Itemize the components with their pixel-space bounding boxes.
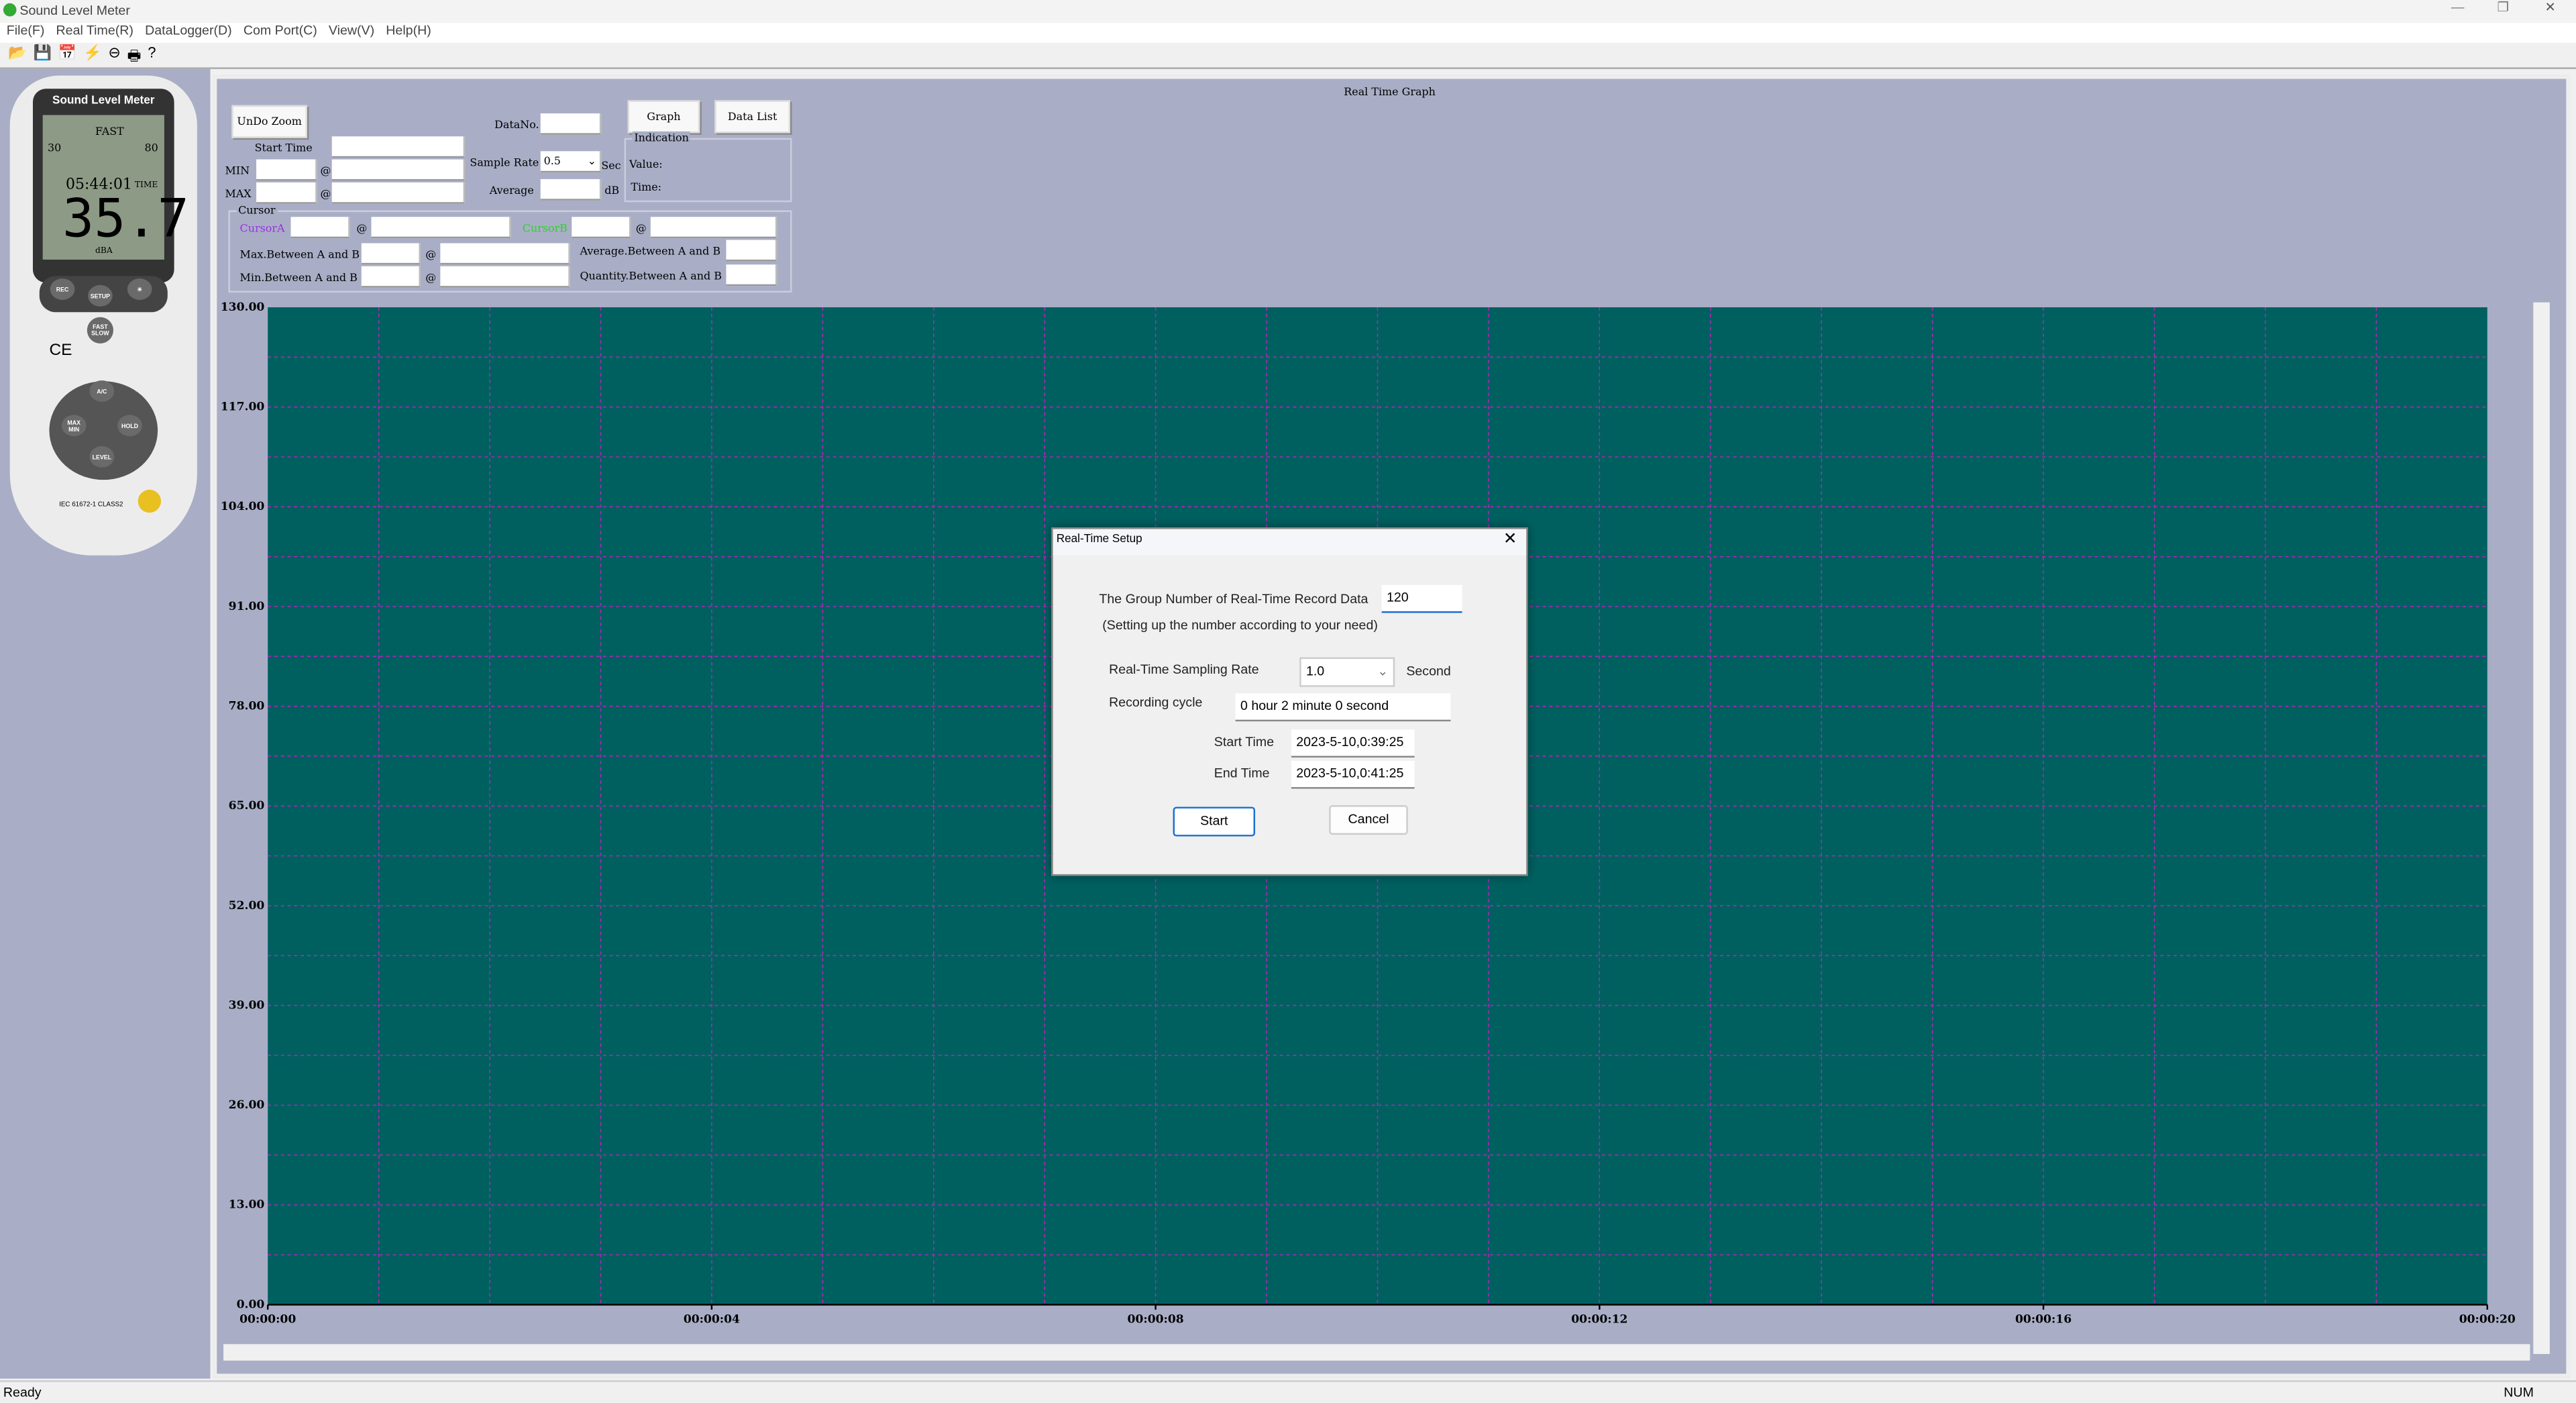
x-tick-label: 00:00:12 <box>1571 1312 1627 1326</box>
y-tick-label: 13.00 <box>229 1198 265 1212</box>
x-tick-label: 00:00:04 <box>684 1312 740 1326</box>
recording-cycle-label: Recording cycle <box>1109 694 1203 710</box>
y-tick-label: 0.00 <box>237 1298 265 1311</box>
app-window: Sound Level Meter — ❐ ✕ File(F) Real Time… <box>0 0 2576 1403</box>
start-time-label: Start Time <box>1214 734 1275 749</box>
x-tick-label: 00:00:00 <box>239 1312 296 1326</box>
sampling-rate-value: 1.0 <box>1305 664 1325 679</box>
group-number-input[interactable]: 120 <box>1381 584 1462 613</box>
y-tick-label: 26.00 <box>229 1098 265 1112</box>
dialog-title-bar: Real-Time Setup ✕ <box>1053 529 1527 556</box>
y-tick-label: 78.00 <box>229 699 265 713</box>
sampling-rate-select[interactable]: 1.0 ⌄ <box>1299 657 1395 687</box>
end-time-label: End Time <box>1214 766 1270 781</box>
y-tick-label: 104.00 <box>221 500 265 513</box>
num-lock-indicator: NUM <box>2504 1385 2534 1400</box>
group-number-label: The Group Number of Real-Time Record Dat… <box>1099 591 1368 607</box>
chevron-down-icon: ⌄ <box>1377 664 1389 679</box>
y-tick-label: 39.00 <box>229 998 265 1012</box>
group-number-hint: (Setting up the number according to your… <box>1102 617 1378 633</box>
x-tick-label: 00:00:16 <box>2015 1312 2072 1326</box>
status-text: Ready <box>3 1385 42 1400</box>
status-bar: Ready NUM <box>0 1380 2576 1403</box>
y-tick-label: 65.00 <box>229 799 265 813</box>
recording-cycle-field: 0 hour 2 minute 0 second <box>1235 693 1451 722</box>
dialog-title: Real-Time Setup <box>1056 533 1142 546</box>
sampling-rate-label: Real-Time Sampling Rate <box>1109 662 1259 677</box>
start-time-field: 2023-5-10,0:39:25 <box>1291 729 1415 758</box>
x-tick-label: 00:00:20 <box>2459 1312 2516 1326</box>
end-time-field: 2023-5-10,0:41:25 <box>1291 760 1415 789</box>
y-tick-label: 130.00 <box>221 301 265 314</box>
y-tick-label: 52.00 <box>229 899 265 913</box>
start-button[interactable]: Start <box>1173 807 1256 837</box>
y-tick-label: 91.00 <box>229 600 265 613</box>
x-tick-label: 00:00:08 <box>1128 1312 1184 1326</box>
dialog-close-icon[interactable]: ✕ <box>1503 531 1517 549</box>
cancel-button[interactable]: Cancel <box>1329 805 1408 835</box>
second-label: Second <box>1406 664 1451 679</box>
real-time-setup-dialog: Real-Time Setup ✕ The Group Number of Re… <box>1051 527 1528 876</box>
y-tick-label: 117.00 <box>221 401 265 414</box>
